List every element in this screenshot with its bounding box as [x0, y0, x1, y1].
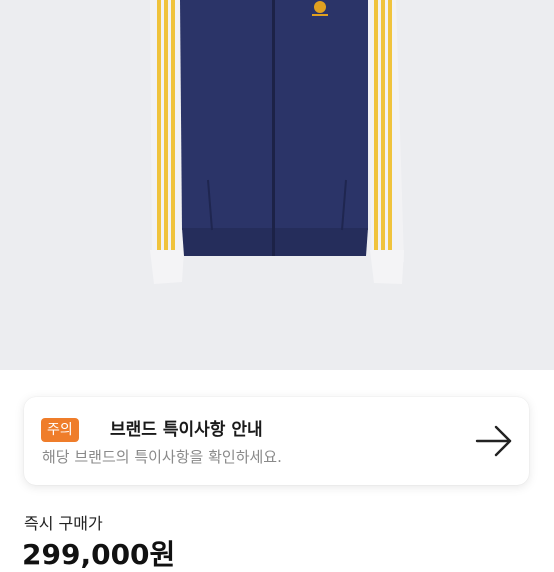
- brand-notice-card[interactable]: 주의 브랜드 특이사항 안내 해당 브랜드의 특이사항을 확인하세요.: [24, 397, 529, 485]
- instant-buy-label: 즉시 구매가: [24, 514, 103, 533]
- notice-title: 브랜드 특이사항 안내: [110, 420, 263, 440]
- arrow-right-icon[interactable]: [474, 424, 514, 458]
- instant-buy-price: 299,000원: [22, 538, 176, 571]
- notice-description: 해당 브랜드의 특이사항을 확인하세요.: [42, 448, 282, 466]
- caution-badge: 주의: [41, 418, 79, 442]
- product-image[interactable]: [0, 0, 554, 370]
- track-jacket-image: [150, 0, 404, 284]
